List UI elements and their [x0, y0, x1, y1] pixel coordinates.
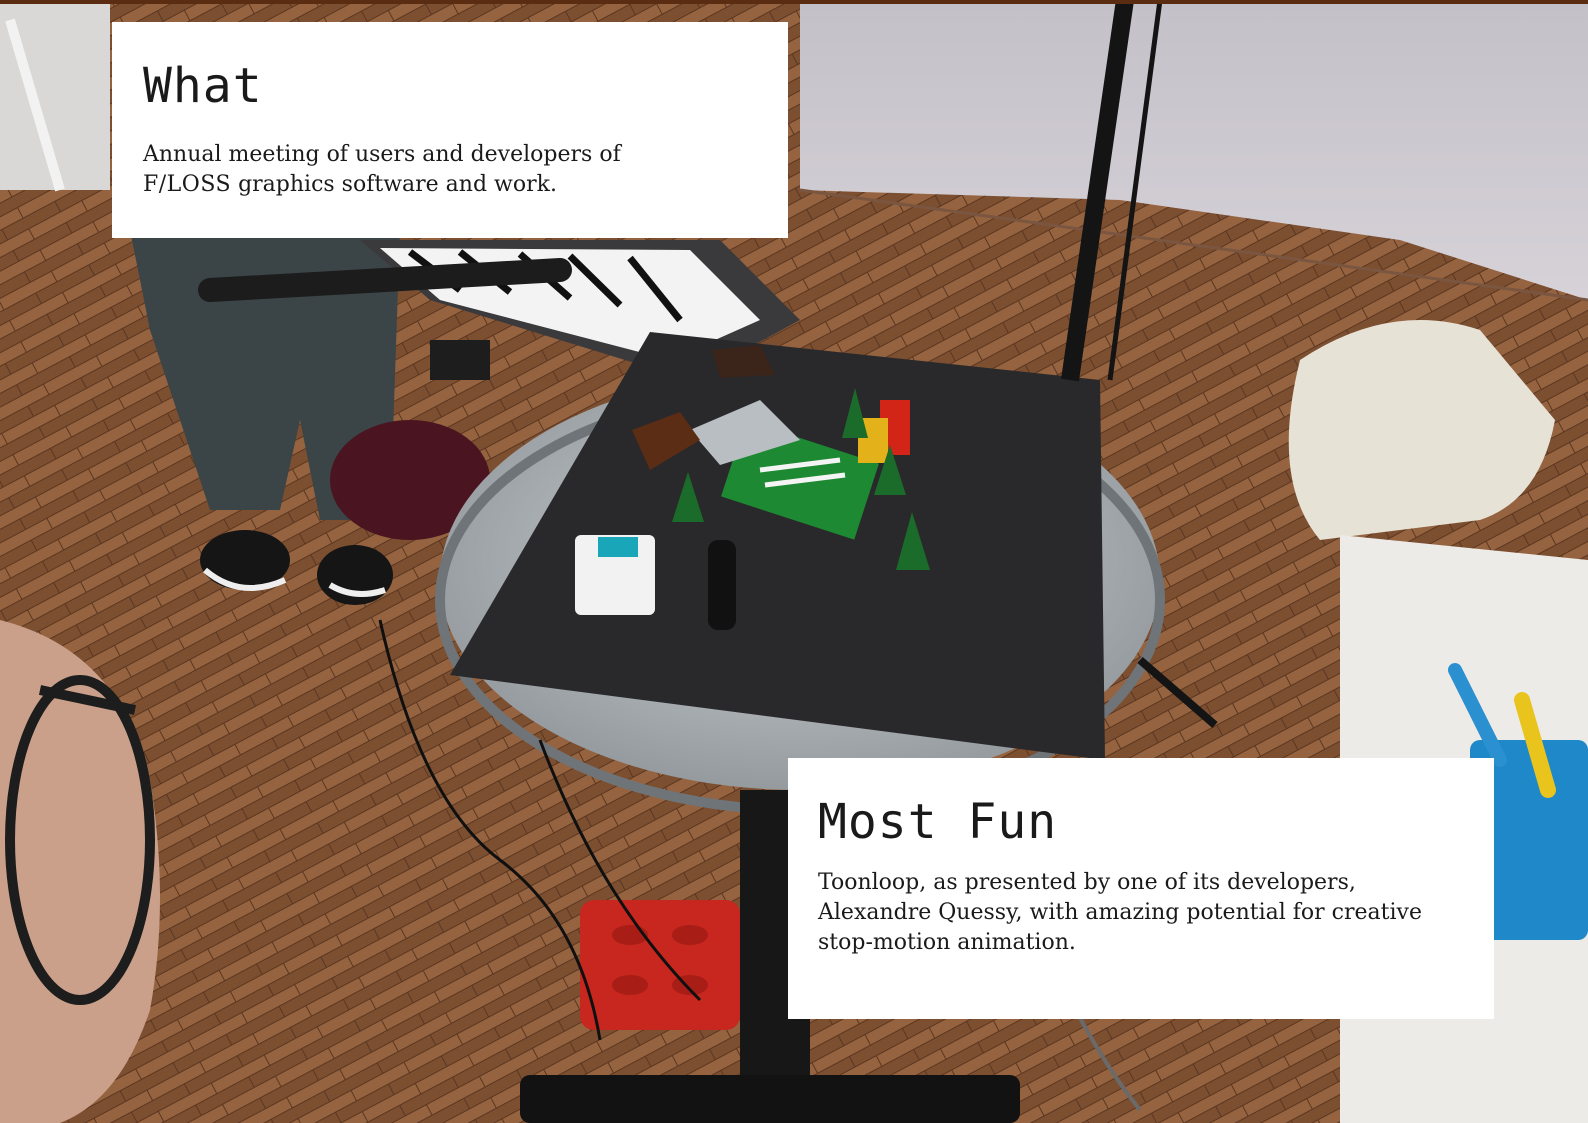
most-fun-description: Toonloop, as presented by one of its dev… [818, 870, 1422, 955]
what-description: Annual meeting of users and developers o… [143, 140, 703, 200]
floss-term: F/LOSS [143, 172, 232, 197]
what-description-end: graphics software and work. [231, 172, 557, 197]
most-fun-card: Most Fun Toonloop, as presented by one o… [788, 758, 1494, 1019]
top-border [0, 0, 1588, 4]
what-heading: What [143, 58, 263, 114]
what-card: What Annual meeting of users and develop… [112, 22, 788, 238]
what-description-start: Annual meeting of users and developers o… [143, 142, 621, 167]
most-fun-heading: Most Fun [818, 794, 1058, 850]
